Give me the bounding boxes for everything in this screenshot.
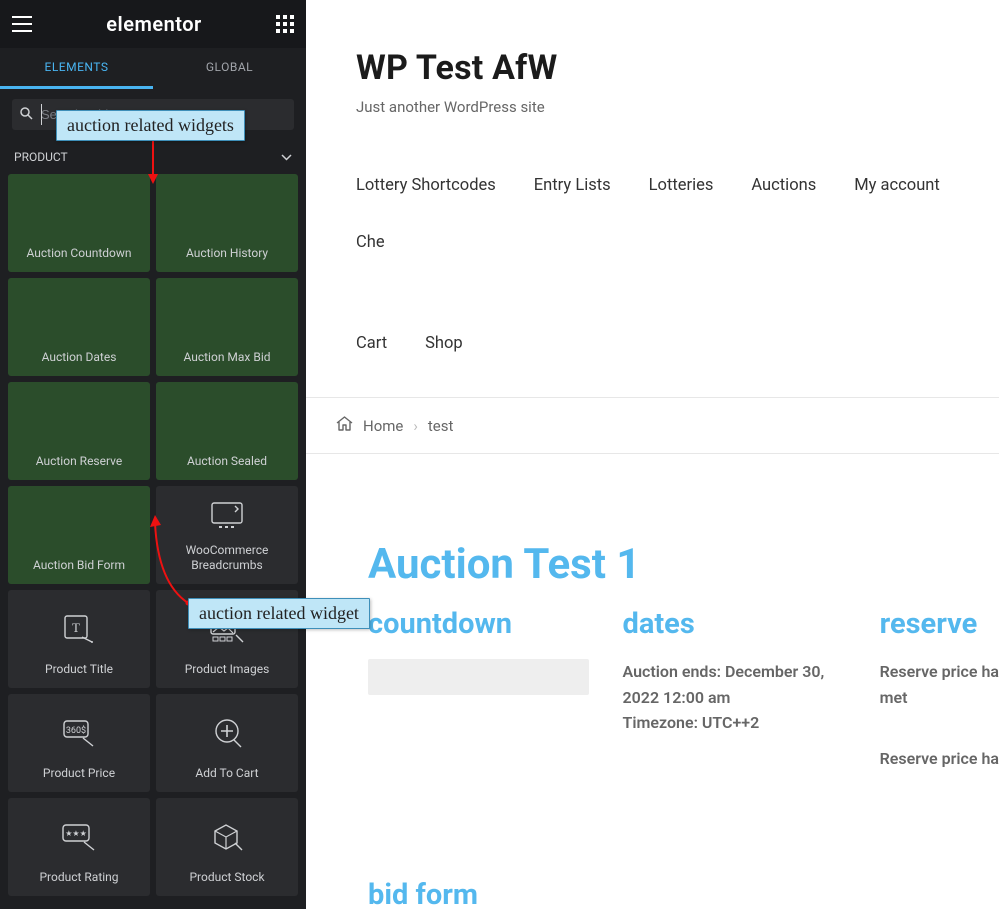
nav-item[interactable]: Che xyxy=(356,233,385,252)
widget-label: Auction Max Bid xyxy=(183,350,270,364)
sidebar-header: elementor xyxy=(0,0,306,48)
widget-grid: Auction Countdown Auction History Auction … xyxy=(0,174,306,904)
reserve-column: reserve Reserve price hamet Reserve pric… xyxy=(880,607,999,808)
widget-label: Product Title xyxy=(45,662,113,676)
nav-item[interactable]: Shop xyxy=(425,334,463,353)
page-content: WP Test AfW Just another WordPress site … xyxy=(306,0,999,909)
tab-elements[interactable]: ELEMENTS xyxy=(0,48,153,89)
widget-item[interactable]: Product Stock xyxy=(156,798,298,896)
widget-item[interactable]: ★★★ Product Rating xyxy=(8,798,150,896)
widget-label: Product Images xyxy=(185,662,270,676)
annotation-callout: auction related widget xyxy=(188,598,370,629)
widget-label: WooCommerce Breadcrumbs xyxy=(162,543,292,572)
svg-text:360$: 360$ xyxy=(66,725,86,736)
bid-form: bid form + - Bid Add to watchlist! xyxy=(368,878,999,909)
primary-nav: Lottery Shortcodes Entry Lists Lotteries… xyxy=(306,116,999,353)
widget-label: Auction Sealed xyxy=(187,454,267,468)
dates-column: dates Auction ends: December 30, 2022 12… xyxy=(623,607,832,808)
page-title: Auction Test 1 xyxy=(368,540,999,589)
section-label: PRODUCT xyxy=(14,150,68,164)
widget-label: Product Price xyxy=(43,766,115,780)
section-product[interactable]: PRODUCT xyxy=(0,140,306,174)
title-icon: T xyxy=(64,606,94,652)
widget-label: Auction Bid Form xyxy=(33,558,125,572)
auction-end-date: Auction ends: December 30, 2022 12:00 am xyxy=(623,659,832,710)
dates-heading: dates xyxy=(623,607,832,641)
reserve-heading: reserve xyxy=(880,607,999,641)
nav-item[interactable]: My account xyxy=(854,176,940,195)
widget-item[interactable]: 360$ Product Price xyxy=(8,694,150,792)
widget-item[interactable]: T Product Title xyxy=(8,590,150,688)
countdown-placeholder xyxy=(368,659,589,695)
stock-icon xyxy=(211,814,243,860)
site-title: WP Test AfW xyxy=(356,48,999,88)
annotation-callout: auction related widgets xyxy=(56,110,245,141)
countdown-heading: countdown xyxy=(368,607,589,641)
widget-label: Product Stock xyxy=(189,870,264,884)
widget-item[interactable]: WooCommerce Breadcrumbs xyxy=(156,486,298,584)
reserve-text-2: Reserve price ha xyxy=(880,746,999,772)
breadcrumb-separator: › xyxy=(413,417,418,435)
widget-item[interactable]: Auction Max Bid xyxy=(156,278,298,376)
sidebar-tabs: ELEMENTS GLOBAL xyxy=(0,48,306,89)
svg-text:T: T xyxy=(72,620,80,635)
widget-item[interactable]: Add To Cart xyxy=(156,694,298,792)
widget-item[interactable]: Auction Dates xyxy=(8,278,150,376)
nav-item[interactable]: Lottery Shortcodes xyxy=(356,176,496,195)
auction-timezone: Timezone: UTC++2 xyxy=(623,710,832,736)
nav-item[interactable]: Auctions xyxy=(751,176,816,195)
widget-label: Auction Countdown xyxy=(26,246,131,260)
nav-item[interactable]: Lotteries xyxy=(649,176,714,195)
widget-item[interactable]: Auction Countdown xyxy=(8,174,150,272)
breadcrumb: Home › test xyxy=(306,397,999,454)
widget-item[interactable]: Auction Sealed xyxy=(156,382,298,480)
widget-label: Auction Reserve xyxy=(36,454,123,468)
apps-icon[interactable] xyxy=(276,15,294,33)
home-icon[interactable] xyxy=(336,416,353,435)
rating-icon: ★★★ xyxy=(62,814,96,860)
widget-item[interactable]: Auction Reserve xyxy=(8,382,150,480)
breadcrumb-current: test xyxy=(428,417,454,435)
price-icon: 360$ xyxy=(63,710,95,756)
breadcrumb-icon xyxy=(211,496,243,533)
widget-label: Product Rating xyxy=(39,870,118,884)
widget-item[interactable]: Auction Bid Form xyxy=(8,486,150,584)
countdown-column: countdown xyxy=(368,607,589,808)
svg-text:★★★: ★★★ xyxy=(65,829,87,838)
cart-icon xyxy=(212,710,242,756)
widget-label: Add To Cart xyxy=(195,766,258,780)
breadcrumb-home[interactable]: Home xyxy=(363,417,403,435)
menu-icon[interactable] xyxy=(12,16,32,32)
tab-global[interactable]: GLOBAL xyxy=(153,48,306,89)
reserve-text: Reserve price ha xyxy=(880,662,999,681)
site-tagline: Just another WordPress site xyxy=(356,98,999,116)
widget-item[interactable]: Auction History xyxy=(156,174,298,272)
widget-label: Auction Dates xyxy=(42,350,117,364)
brand-logo: elementor xyxy=(106,12,202,36)
chevron-down-icon xyxy=(281,150,292,164)
search-icon xyxy=(20,105,33,124)
bid-heading: bid form xyxy=(368,878,999,909)
nav-item[interactable]: Entry Lists xyxy=(534,176,611,195)
widget-label: Auction History xyxy=(186,246,268,260)
nav-item[interactable]: Cart xyxy=(356,334,387,353)
